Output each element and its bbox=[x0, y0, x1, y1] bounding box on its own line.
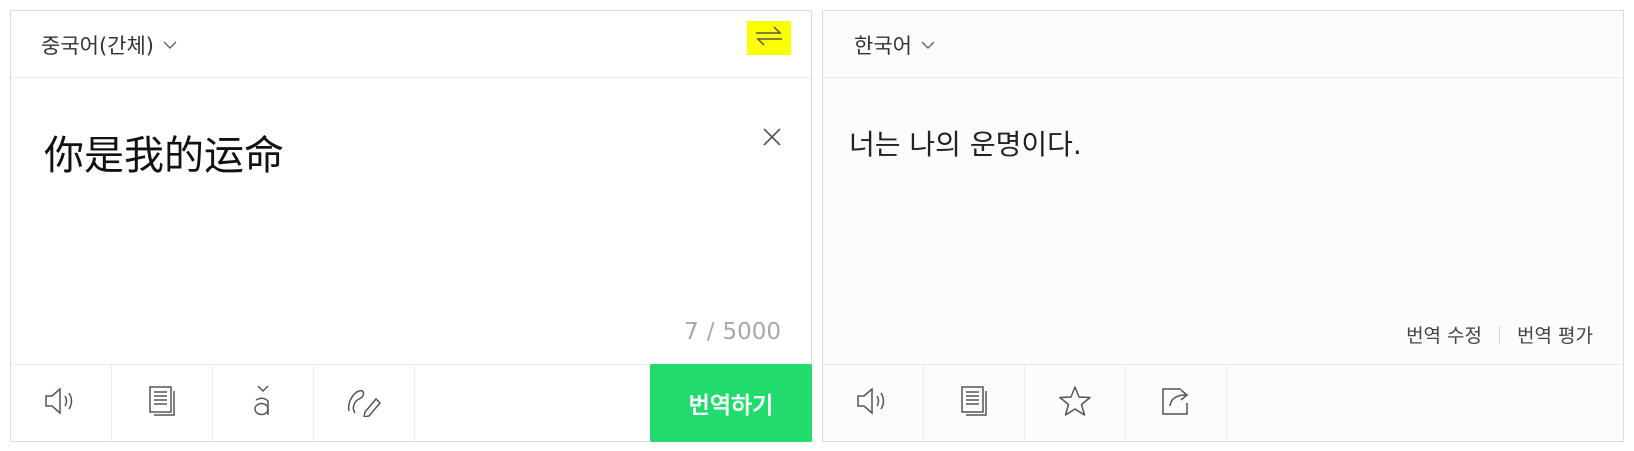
share-icon bbox=[1159, 385, 1193, 421]
target-language-label: 한국어 bbox=[854, 33, 912, 58]
source-language-label: 중국어(간체) bbox=[41, 33, 154, 58]
target-copy-button[interactable] bbox=[924, 365, 1025, 441]
feedback-divider bbox=[1499, 325, 1501, 344]
char-count-current: 7 bbox=[684, 319, 699, 345]
favorite-button[interactable] bbox=[1025, 365, 1126, 441]
target-language-select[interactable]: 한국어 bbox=[854, 11, 935, 78]
rate-translation-link[interactable]: 번역 평가 bbox=[1517, 321, 1593, 348]
char-count-separator: / bbox=[706, 319, 715, 345]
pinyin-button[interactable] bbox=[213, 365, 314, 441]
clear-text-button[interactable] bbox=[761, 126, 783, 148]
source-language-bar: 중국어(간체) bbox=[11, 11, 811, 78]
swap-icon bbox=[754, 25, 784, 51]
handwriting-icon bbox=[345, 385, 383, 421]
chevron-down-icon bbox=[163, 41, 177, 50]
handwriting-button[interactable] bbox=[314, 365, 415, 441]
chevron-down-icon bbox=[921, 41, 935, 50]
char-count-max: 5000 bbox=[722, 319, 781, 345]
pinyin-icon bbox=[250, 384, 276, 422]
copy-icon bbox=[147, 385, 177, 421]
source-copy-button[interactable] bbox=[112, 365, 213, 441]
close-icon bbox=[761, 128, 783, 152]
swap-languages-button[interactable] bbox=[747, 21, 791, 55]
translation-feedback: 번역 수정 번역 평가 bbox=[1406, 321, 1593, 348]
translation-result-text: 너는 나의 운명이다. bbox=[849, 128, 1082, 161]
target-language-bar: 한국어 bbox=[823, 11, 1623, 78]
share-button[interactable] bbox=[1126, 365, 1227, 441]
source-panel: 중국어(간체) 你是我的运命 7 / 5000 번역하기 bbox=[10, 10, 812, 442]
speaker-icon bbox=[855, 386, 891, 420]
target-toolbar bbox=[823, 364, 1623, 441]
star-icon bbox=[1058, 385, 1092, 421]
source-listen-button[interactable] bbox=[11, 365, 112, 441]
translate-button[interactable]: 번역하기 bbox=[650, 364, 812, 442]
target-listen-button[interactable] bbox=[823, 365, 924, 441]
source-text[interactable]: 你是我的运命 bbox=[44, 123, 284, 181]
edit-translation-link[interactable]: 번역 수정 bbox=[1406, 321, 1482, 348]
speaker-icon bbox=[43, 386, 79, 420]
source-language-select[interactable]: 중국어(간체) bbox=[41, 11, 177, 78]
target-panel: 한국어 너는 나의 운명이다. 번역 수정 번역 평가 bbox=[822, 10, 1624, 442]
character-count: 7 / 5000 bbox=[684, 319, 781, 345]
copy-icon bbox=[959, 385, 989, 421]
